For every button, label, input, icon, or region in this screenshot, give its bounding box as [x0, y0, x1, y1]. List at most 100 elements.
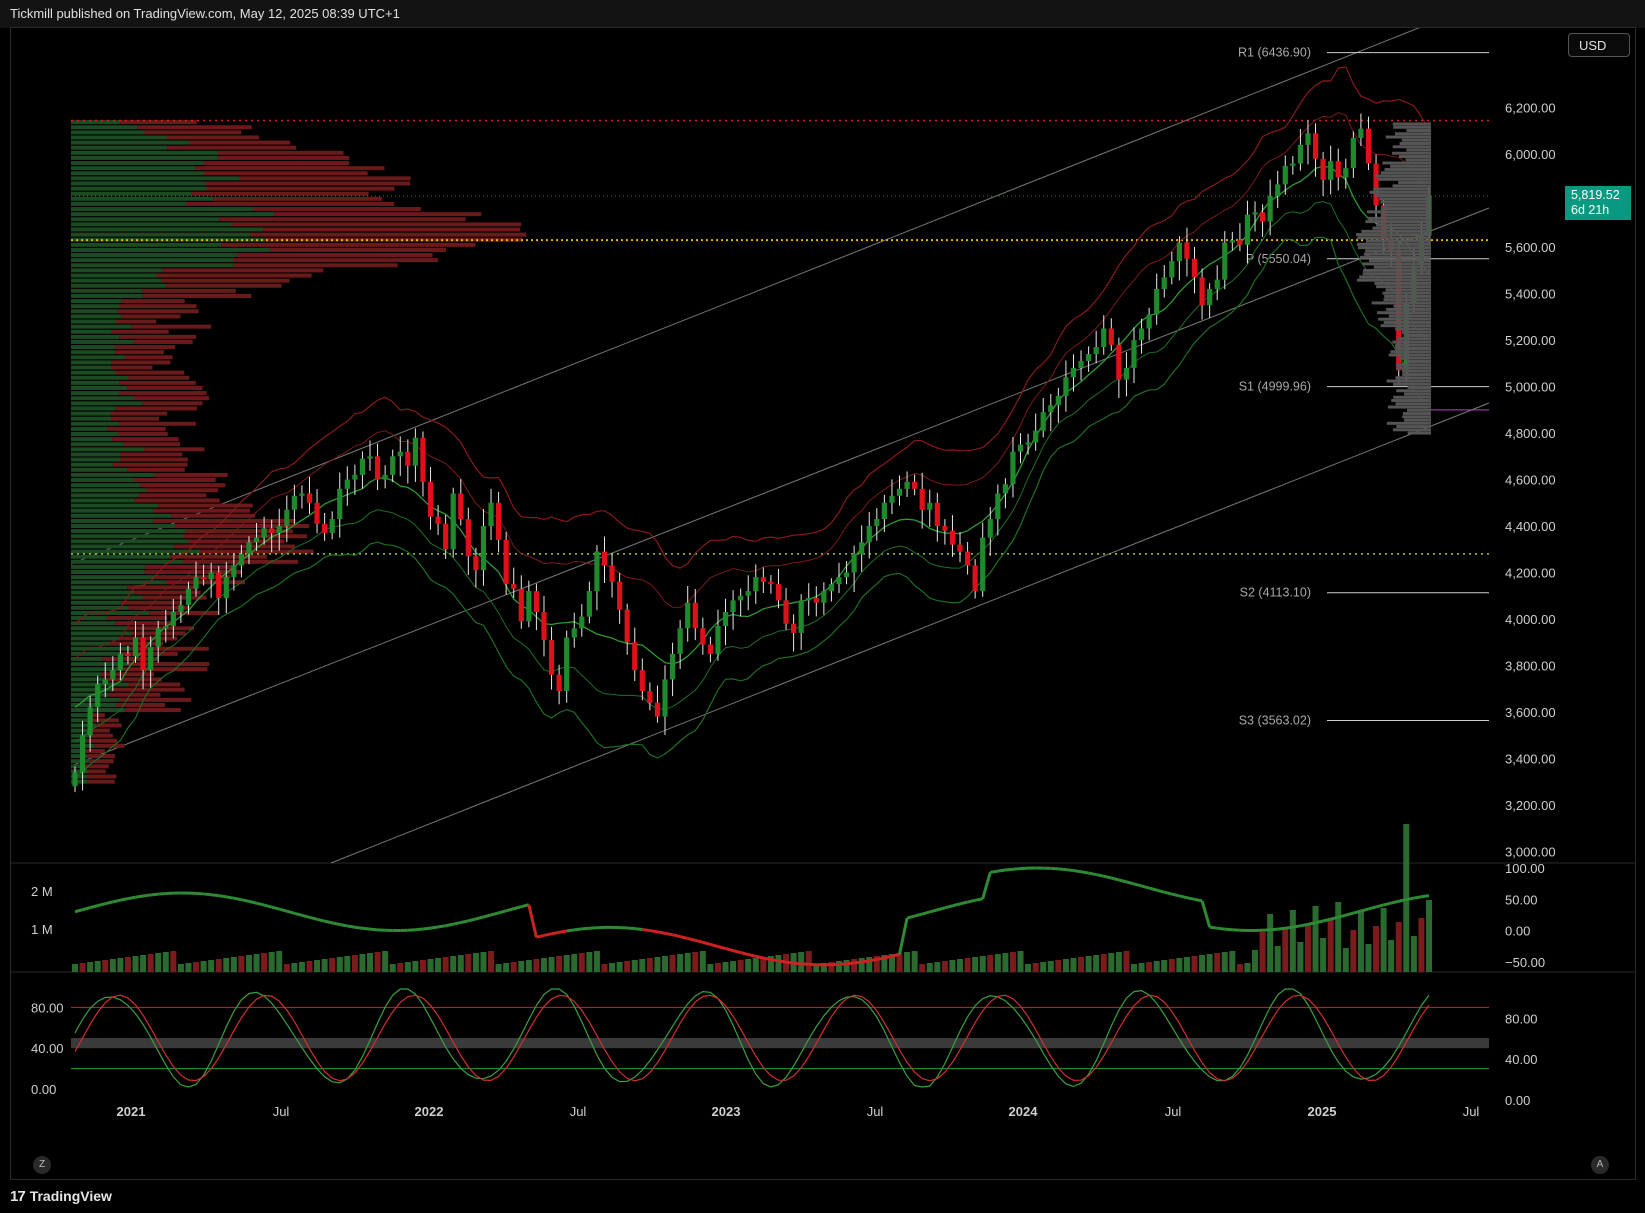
momentum-line — [785, 960, 794, 965]
volume-bar — [208, 960, 215, 972]
volume-profile-bar-up — [71, 590, 134, 595]
candle-down — [760, 577, 766, 582]
momentum-line — [498, 909, 507, 915]
momentum-line — [135, 894, 144, 899]
publish-text: Tickmill published on TradingView.com, M… — [10, 6, 400, 21]
volume-bar — [1282, 928, 1289, 972]
volume-profile-bar-up — [71, 125, 138, 130]
candle-down — [1191, 258, 1198, 278]
candle-down — [1373, 163, 1379, 206]
volume-bar — [548, 957, 555, 972]
momentum-line — [1368, 905, 1377, 911]
x-axis-tick-label: 2024 — [1009, 1104, 1039, 1119]
volume-bar — [662, 956, 669, 972]
volume-bar — [1085, 956, 1092, 972]
volume-bar — [177, 964, 184, 972]
volume-profile-bar-down — [191, 191, 369, 196]
volume-profile-bar-up — [71, 278, 162, 283]
volume-profile-bar-up — [71, 406, 116, 411]
volume-profile-bar-up — [71, 161, 204, 166]
chart-canvas[interactable]: R1 (6436.90) P (5550.04) S1 (4999.96) S2 (4… — [11, 28, 1635, 1179]
session-profile-bar — [1404, 418, 1431, 422]
candle-up — [1350, 137, 1356, 169]
volume-profile-bar-down — [144, 130, 242, 135]
candle-up — [1048, 405, 1054, 413]
session-profile-bar — [1392, 145, 1431, 149]
volume-bar — [306, 961, 313, 972]
volume-profile-bar-up — [71, 201, 186, 206]
session-profile-bar — [1392, 428, 1431, 432]
momentum-line — [1186, 896, 1195, 901]
candle-down — [420, 437, 426, 482]
volume-profile-bar-up — [71, 273, 157, 278]
candle-down — [443, 523, 449, 550]
volume-profile-bar-up — [71, 299, 122, 304]
x-axis-tick-label: 2021 — [117, 1104, 146, 1119]
volume-bar — [404, 962, 411, 972]
candle-down — [556, 674, 562, 692]
volume-bar — [1138, 963, 1145, 972]
volume-bar — [1199, 955, 1206, 972]
candle-down — [647, 691, 653, 703]
candle-down — [639, 670, 645, 692]
momentum-line — [747, 953, 757, 958]
volume-bar — [1267, 914, 1274, 972]
chart-frame[interactable]: R1 (6436.90) P (5550.04) S1 (4999.96) S2 (4… — [10, 27, 1636, 1180]
volume-profile-bar-up — [71, 380, 120, 385]
momentum-tick-label: 100.00 — [1505, 861, 1545, 876]
auto-scale-button[interactable]: A — [1591, 1156, 1609, 1174]
volume-profile-bar-up — [71, 595, 144, 600]
momentum-line — [369, 927, 378, 932]
volume-profile-bar-down — [87, 738, 118, 743]
session-profile-bar — [1388, 314, 1431, 318]
candle-up — [223, 577, 229, 599]
channel-line-upper — [70, 28, 1420, 565]
candle-down — [322, 523, 328, 533]
volume-bar — [1161, 960, 1168, 972]
zoom-toggle-button[interactable]: Z — [33, 1156, 51, 1174]
candle-up — [155, 628, 161, 647]
volume-profile-bar-down — [233, 258, 439, 263]
session-profile-bar — [1369, 190, 1431, 194]
volume-bar — [540, 958, 547, 972]
volume-bar — [654, 957, 661, 972]
momentum-line — [981, 871, 992, 900]
volume-profile-bar-up — [71, 524, 176, 529]
candle-up — [231, 565, 237, 578]
currency-button[interactable]: USD — [1568, 33, 1630, 57]
momentum-line — [1058, 867, 1067, 872]
x-axis-tick-label: Jul — [1165, 1104, 1182, 1119]
volume-profile-bar-up — [71, 559, 183, 564]
lower-band-inner — [74, 201, 1430, 743]
candle-up — [102, 679, 108, 685]
volume-profile-bar-up — [71, 212, 275, 217]
y-axis-tick-label: 5,600.00 — [1505, 240, 1556, 255]
candle-down — [609, 565, 615, 582]
candle-up — [836, 577, 842, 585]
momentum-line — [838, 962, 847, 966]
momentum-line — [914, 912, 923, 918]
candle-down — [1335, 161, 1341, 178]
momentum-line — [1156, 888, 1165, 894]
volume-profile-bar-up — [71, 227, 264, 232]
momentum-line — [1315, 919, 1324, 925]
volume-profile-bar-up — [71, 667, 124, 672]
volume-bar — [488, 951, 495, 972]
candle-down — [813, 598, 819, 603]
session-profile-bar — [1394, 132, 1431, 136]
volume-profile-bar-up — [71, 150, 219, 155]
session-profile-bar — [1393, 382, 1431, 386]
volume-profile-bar-down — [93, 743, 125, 748]
candle-up — [337, 488, 343, 520]
session-profile-bar — [1405, 158, 1431, 162]
volume-profile-bar-up — [71, 564, 146, 569]
candle-up — [299, 493, 305, 496]
momentum-line — [566, 928, 575, 933]
candle-up — [170, 612, 176, 626]
session-profile-bar — [1399, 155, 1431, 159]
momentum-line — [475, 915, 484, 921]
volume-profile-bar-down — [127, 385, 203, 390]
volume-profile-bar-down — [140, 483, 226, 488]
candle-up — [564, 637, 570, 692]
volume-profile-bar-up — [71, 677, 105, 682]
